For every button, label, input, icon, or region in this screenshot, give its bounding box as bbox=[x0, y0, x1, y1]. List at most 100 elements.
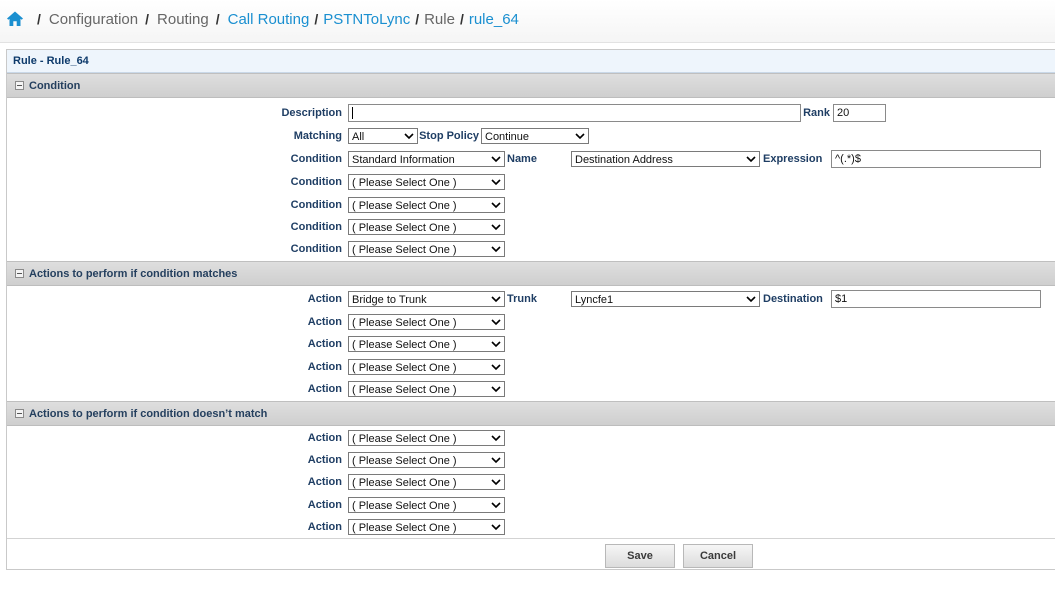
name-label: Name bbox=[507, 153, 537, 165]
condition-select[interactable]: ( Please Select One ) bbox=[348, 197, 505, 213]
rank-input[interactable]: 20 bbox=[833, 104, 886, 122]
chevron-down-icon bbox=[491, 224, 501, 231]
breadcrumb-separator: / bbox=[459, 11, 464, 27]
nomatch-action-row-5: Action ( Please Select One ) bbox=[7, 517, 1055, 539]
section-title: Actions to perform if condition doesn’t … bbox=[29, 408, 268, 420]
action-select[interactable]: ( Please Select One ) bbox=[348, 519, 505, 535]
action-select[interactable]: ( Please Select One ) bbox=[348, 314, 505, 330]
chevron-down-icon bbox=[491, 179, 501, 186]
action-label: Action bbox=[307, 383, 342, 395]
cancel-button[interactable]: Cancel bbox=[683, 544, 753, 568]
description-row: Description Rank 20 bbox=[7, 103, 1055, 125]
chevron-down-icon bbox=[491, 156, 501, 163]
nomatch-action-row-2: Action ( Please Select One ) bbox=[7, 450, 1055, 472]
panel-title: Rule - Rule_64 bbox=[7, 50, 1055, 73]
chevron-down-icon bbox=[491, 386, 501, 393]
chevron-down-icon bbox=[491, 435, 501, 442]
condition-select[interactable]: ( Please Select One ) bbox=[348, 219, 505, 235]
action-label: Action bbox=[307, 293, 342, 305]
condition-select[interactable]: ( Please Select One ) bbox=[348, 174, 505, 190]
action-select[interactable]: ( Please Select One ) bbox=[348, 359, 505, 375]
breadcrumb-separator: / bbox=[37, 11, 41, 27]
stop-policy-label: Stop Policy bbox=[419, 130, 479, 142]
action-label: Action bbox=[307, 316, 342, 328]
chevron-down-icon bbox=[491, 246, 501, 253]
nomatch-action-row-1: Action ( Please Select One ) bbox=[7, 428, 1055, 450]
breadcrumb-pstntolync[interactable]: PSTNToLync bbox=[323, 11, 410, 28]
condition-label: Condition bbox=[290, 243, 342, 255]
home-icon[interactable] bbox=[6, 10, 24, 28]
action-label: Action bbox=[307, 361, 342, 373]
save-button[interactable]: Save bbox=[605, 544, 675, 568]
stop-policy-select[interactable]: Continue bbox=[481, 128, 589, 144]
nomatch-action-row-4: Action ( Please Select One ) bbox=[7, 495, 1055, 517]
match-action-row-4: Action ( Please Select One ) bbox=[7, 357, 1055, 379]
action-select[interactable]: ( Please Select One ) bbox=[348, 430, 505, 446]
chevron-down-icon bbox=[491, 479, 501, 486]
chevron-down-icon bbox=[746, 156, 756, 163]
rank-label: Rank bbox=[803, 107, 830, 119]
section-title: Actions to perform if condition matches bbox=[29, 268, 238, 280]
condition-row-3: Condition ( Please Select One ) bbox=[7, 195, 1055, 217]
nomatch-actions-section-header[interactable]: Actions to perform if condition doesn’t … bbox=[7, 401, 1055, 426]
form-footer: Save Cancel bbox=[7, 538, 1055, 571]
action-select[interactable]: ( Please Select One ) bbox=[348, 336, 505, 352]
breadcrumb-separator: / bbox=[215, 11, 220, 27]
chevron-down-icon bbox=[491, 319, 501, 326]
condition-label: Condition bbox=[290, 176, 342, 188]
condition-row-4: Condition ( Please Select One ) bbox=[7, 217, 1055, 239]
chevron-down-icon bbox=[491, 364, 501, 371]
condition-section-header[interactable]: Condition bbox=[7, 73, 1055, 98]
breadcrumb-bar: / Configuration / Routing / Call Routing… bbox=[0, 0, 1055, 43]
action-label: Action bbox=[307, 521, 342, 533]
chevron-down-icon bbox=[491, 502, 501, 509]
action-select[interactable]: Bridge to Trunk bbox=[348, 291, 505, 307]
action-select[interactable]: ( Please Select One ) bbox=[348, 474, 505, 490]
name-select[interactable]: Destination Address bbox=[571, 151, 760, 167]
collapse-icon[interactable] bbox=[15, 81, 24, 90]
chevron-down-icon bbox=[491, 296, 501, 303]
action-select[interactable]: ( Please Select One ) bbox=[348, 381, 505, 397]
chevron-down-icon bbox=[746, 296, 756, 303]
action-label: Action bbox=[307, 338, 342, 350]
breadcrumb-call-routing[interactable]: Call Routing bbox=[228, 11, 310, 28]
destination-label: Destination bbox=[763, 293, 823, 305]
breadcrumb-separator: / bbox=[145, 11, 150, 27]
action-select[interactable]: ( Please Select One ) bbox=[348, 497, 505, 513]
action-label: Action bbox=[307, 454, 342, 466]
trunk-select[interactable]: Lyncfe1 bbox=[571, 291, 760, 307]
condition-label: Condition bbox=[290, 221, 342, 233]
condition-select[interactable]: Standard Information bbox=[348, 151, 505, 167]
action-label: Action bbox=[307, 432, 342, 444]
nomatch-action-row-3: Action ( Please Select One ) bbox=[7, 472, 1055, 494]
trunk-label: Trunk bbox=[507, 293, 537, 305]
chevron-down-icon bbox=[491, 341, 501, 348]
action-label: Action bbox=[307, 476, 342, 488]
match-actions-section-header[interactable]: Actions to perform if condition matches bbox=[7, 261, 1055, 286]
match-action-row-2: Action ( Please Select One ) bbox=[7, 312, 1055, 334]
rule-panel: Rule - Rule_64 Condition Description Ran… bbox=[6, 49, 1055, 570]
breadcrumb-routing: Routing bbox=[157, 10, 209, 28]
destination-input[interactable]: $1 bbox=[831, 290, 1041, 308]
chevron-down-icon bbox=[491, 457, 501, 464]
condition-label: Condition bbox=[290, 199, 342, 211]
matching-row: Matching All Stop Policy Continue bbox=[7, 126, 1055, 148]
breadcrumb-rule: Rule bbox=[424, 10, 455, 28]
collapse-icon[interactable] bbox=[15, 409, 24, 418]
action-select[interactable]: ( Please Select One ) bbox=[348, 452, 505, 468]
action-label: Action bbox=[307, 499, 342, 511]
condition-row-5: Condition ( Please Select One ) bbox=[7, 239, 1055, 261]
condition-select[interactable]: ( Please Select One ) bbox=[348, 241, 505, 257]
breadcrumb-separator: / bbox=[314, 11, 319, 27]
expression-input[interactable]: ^(.*)$ bbox=[831, 150, 1041, 168]
breadcrumb-rule-64[interactable]: rule_64 bbox=[469, 11, 519, 28]
breadcrumb-separator: / bbox=[415, 11, 420, 27]
match-action-row-3: Action ( Please Select One ) bbox=[7, 334, 1055, 356]
description-label: Description bbox=[281, 107, 342, 119]
collapse-icon[interactable] bbox=[15, 269, 24, 278]
match-action-row-5: Action ( Please Select One ) bbox=[7, 379, 1055, 401]
match-action-row-1: Action Bridge to Trunk Trunk Lyncfe1 Des… bbox=[7, 289, 1055, 311]
condition-row-1: Condition Standard Information Name Dest… bbox=[7, 149, 1055, 171]
condition-row-2: Condition ( Please Select One ) bbox=[7, 172, 1055, 194]
chevron-down-icon bbox=[491, 202, 501, 209]
